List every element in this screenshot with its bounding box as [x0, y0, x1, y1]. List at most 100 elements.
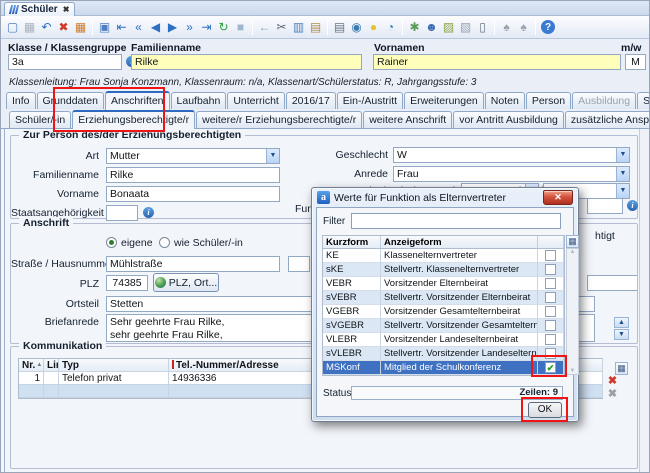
spade-down-icon[interactable]: ♠ — [515, 19, 532, 36]
radio-wie-schueler[interactable] — [159, 237, 170, 248]
paste-icon[interactable]: ▤ — [307, 19, 324, 36]
next-record-icon[interactable]: ▶ — [164, 19, 181, 36]
dialog-table-row[interactable]: sVLEBR Stellvertr. Vorsitzender Landesel… — [323, 347, 564, 361]
staatsangehoerigkeit-info-icon[interactable]: i — [143, 207, 154, 218]
dialog-table-row[interactable]: VEBR Vorsitzender Elternbeirat — [323, 277, 564, 291]
back-icon[interactable]: ← — [256, 19, 273, 36]
edit-table-icon[interactable]: ▦ — [72, 19, 89, 36]
undo-icon[interactable]: ↶ — [38, 19, 55, 36]
right-info-icon[interactable]: i — [627, 200, 638, 211]
tab-info[interactable]: Info — [6, 92, 36, 109]
right-partial-field[interactable] — [587, 198, 623, 214]
card-icon[interactable]: ▧ — [457, 19, 474, 36]
vorname-input[interactable]: Bonaata — [106, 186, 280, 202]
row-checkbox[interactable] — [545, 292, 556, 303]
refresh-icon[interactable]: ↻ — [215, 19, 232, 36]
column-header-nr[interactable]: Nr.▲ — [19, 359, 44, 372]
empty-row-cell[interactable] — [19, 385, 44, 398]
document-tab-schueler[interactable]: Schüler ✖ — [4, 2, 75, 16]
geschlecht-select[interactable]: W▼ — [393, 147, 630, 163]
last-record-icon[interactable]: ⇥ — [198, 19, 215, 36]
clock-icon[interactable]: ◔ — [382, 19, 399, 36]
print-icon[interactable]: ▤ — [331, 19, 348, 36]
vornamen-input[interactable]: Rainer — [373, 54, 621, 70]
column-header-kurzform[interactable]: Kurzform — [323, 236, 381, 249]
row-checkbox[interactable] — [545, 264, 556, 275]
row-checkbox[interactable] — [545, 306, 556, 317]
dialog-table-scrollbar[interactable]: ▲▼ — [566, 248, 579, 375]
chevron-down-icon[interactable]: ▼ — [616, 184, 629, 198]
first-record-icon[interactable]: ⇤ — [113, 19, 130, 36]
portrait-icon[interactable]: ▯ — [474, 19, 491, 36]
dialog-table-row[interactable]: sVGEBR Stellvertr. Vorsitzender Gesamtel… — [323, 319, 564, 333]
row-checkbox[interactable] — [545, 320, 556, 331]
row-typ-cell[interactable]: Telefon privat — [59, 372, 169, 385]
dialog-table-row[interactable]: VLEBR Vorsitzender Landeselternbeirat — [323, 333, 564, 347]
settings-icon[interactable]: ✱ — [406, 19, 423, 36]
subtab-weitere-anschrift[interactable]: weitere Anschrift — [363, 111, 452, 128]
tab-person[interactable]: Person — [526, 92, 571, 109]
tab-2016-17[interactable]: 2016/17 — [286, 92, 336, 109]
subtab-zus-tzliche-ansprechpartner[interactable]: zusätzliche Ansprechpartner — [565, 111, 650, 128]
person-familienname-input[interactable]: Rilke — [106, 167, 280, 183]
empty-row-cell[interactable] — [59, 385, 169, 398]
column-header-link[interactable]: Link — [44, 359, 59, 372]
previous-record-icon[interactable]: ◀ — [147, 19, 164, 36]
tab-sonderp-d[interactable]: Sonderpäd. — [637, 92, 650, 109]
user-icon[interactable]: ☻ — [423, 19, 440, 36]
dialog-table-row[interactable]: VGEBR Vorsitzender Gesamtelternbeirat — [323, 305, 564, 319]
delete-row-icon[interactable]: ✖ — [606, 375, 619, 388]
dialog-table-row[interactable]: sKE Stellvertr. Klassenelternvertreter — [323, 263, 564, 277]
tip-icon[interactable]: ● — [365, 19, 382, 36]
anrede-select[interactable]: Frau▼ — [393, 166, 630, 182]
column-header-typ[interactable]: Typ — [59, 359, 169, 372]
row-checkbox[interactable] — [545, 250, 556, 261]
tab-ein-austritt[interactable]: Ein-/Austritt — [337, 92, 403, 109]
row-link-cell[interactable] — [44, 372, 59, 385]
close-tab-icon[interactable]: ✖ — [63, 5, 70, 14]
tab-laufbahn[interactable]: Laufbahn — [171, 92, 227, 109]
preview-icon[interactable]: ◉ — [348, 19, 365, 36]
row-checkbox[interactable] — [545, 334, 556, 345]
dialog-close-button[interactable]: ✕ — [543, 190, 573, 205]
tab-erweiterungen[interactable]: Erweiterungen — [404, 92, 484, 109]
cut-icon[interactable]: ✂ — [273, 19, 290, 36]
tab-unterricht[interactable]: Unterricht — [227, 92, 285, 109]
mw-input[interactable]: M — [625, 54, 646, 70]
subtab-weitere-r-erziehungsberechtigte-r[interactable]: weitere/r Erziehungsberechtigte/r — [196, 111, 362, 128]
row-nr-cell[interactable]: 1 — [19, 372, 44, 385]
dialog-table-row[interactable]: sVEBR Stellvertr. Vorsitzender Elternbei… — [323, 291, 564, 305]
chevron-down-icon[interactable]: ▼ — [616, 167, 629, 181]
form-view-icon[interactable]: ▣ — [96, 19, 113, 36]
filter-input[interactable] — [351, 213, 561, 229]
plz-input[interactable]: 74385 — [106, 275, 148, 291]
empty-row-cell[interactable] — [44, 385, 59, 398]
vertical-scrollbar[interactable] — [639, 129, 649, 472]
spade-up-icon[interactable]: ♠ — [498, 19, 515, 36]
help-icon[interactable]: ? — [541, 20, 555, 34]
fast-next-icon[interactable]: » — [181, 19, 198, 36]
tab-noten[interactable]: Noten — [485, 92, 525, 109]
familienname-input[interactable]: Rilke — [131, 54, 362, 70]
klasse-input[interactable]: 3a — [8, 54, 122, 70]
dialog-table-row[interactable]: KE Klassenelternvertreter — [323, 249, 564, 263]
new-record-icon[interactable]: ▢ — [4, 19, 21, 36]
dialog-table-row[interactable]: MSKonf Mitglied der Schulkonferenz ✔ — [323, 361, 564, 375]
fast-previous-icon[interactable]: « — [130, 19, 147, 36]
column-options-icon[interactable]: ▦ — [566, 235, 579, 248]
stop-icon[interactable]: ■ — [232, 19, 249, 36]
export-folder-icon[interactable]: ▨ — [440, 19, 457, 36]
row-checkbox[interactable] — [545, 278, 556, 289]
copy-icon[interactable]: ▥ — [290, 19, 307, 36]
staatsangehoerigkeit-input[interactable] — [106, 205, 138, 221]
column-header-checkbox[interactable] — [538, 236, 564, 249]
plz-ort-button[interactable]: PLZ, Ort... — [153, 273, 219, 292]
art-select[interactable]: Mutter▼ — [106, 148, 280, 164]
column-options-icon[interactable]: ▦ — [615, 362, 628, 375]
subtab-vor-antritt-ausbildung[interactable]: vor Antritt Ausbildung — [453, 111, 564, 128]
delete-icon[interactable]: ✖ — [55, 19, 72, 36]
hausnummer-input[interactable] — [288, 256, 310, 272]
strasse-input[interactable]: Mühlstraße — [106, 256, 280, 272]
chevron-down-icon[interactable]: ▼ — [616, 148, 629, 162]
radio-eigene[interactable] — [106, 237, 117, 248]
